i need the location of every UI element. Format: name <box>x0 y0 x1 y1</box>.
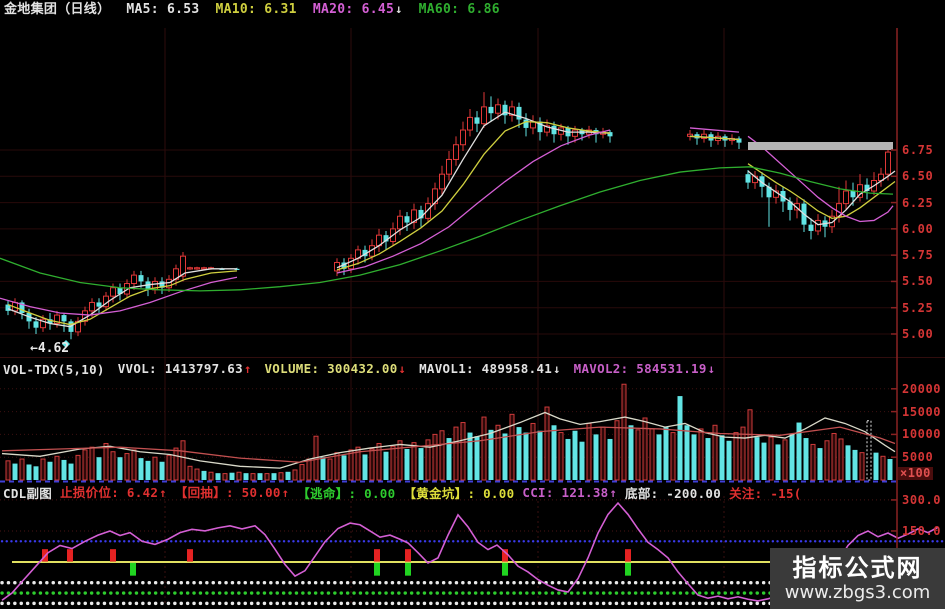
ma-legend-item-3: MA60: 6.86 <box>418 2 500 17</box>
cdl-legend-item-1: 止损价位: 6.42↑ <box>60 485 167 500</box>
watermark-badge: 指标公式网 www.zbgs3.com <box>770 548 945 609</box>
vol-legend-item-0: VOL-TDX(5,10) <box>3 361 105 377</box>
cdl-legend-item-3: 【逃命】: 0.00 <box>297 485 396 501</box>
ma-legend-item-0: MA5: 6.53 <box>126 2 200 17</box>
ma-legend-item-2: MA20: 6.45↓ <box>312 2 403 17</box>
cdl-legend-item-5: CCI: 121.38↑ <box>522 485 618 500</box>
indicator-chart-area[interactable] <box>0 500 897 604</box>
stock-title: 金地集团（日线） <box>4 2 111 17</box>
indicator-axis-label: 150.0 <box>902 523 942 538</box>
watermark-site-name: 指标公式网 <box>792 553 923 582</box>
main-chart-area[interactable] <box>0 28 897 356</box>
volume-axis-label: 5000 <box>902 450 934 465</box>
trend-arrow-icon: ↑ <box>609 486 618 500</box>
indicator-panel-legend: CDL副图 止损价位: 6.42↑ 【回抽】: 50.00↑ 【逃命】: 0.00 【黄… <box>3 485 802 501</box>
vol-legend-item-4: MAVOL2: 584531.19↓ <box>573 361 716 376</box>
trading-app-window: 金地集团（日线） MA5: 6.53 MA10: 6.31 MA20: 6.45↓ M… <box>0 0 945 609</box>
volume-axis-label: 20000 <box>902 381 942 396</box>
price-axis-label: 6.00 <box>902 221 934 236</box>
trend-arrow-icon: ↓ <box>398 362 407 376</box>
trend-arrow-icon: ↑ <box>281 486 290 500</box>
cdl-legend-item-2: 【回抽】: 50.00↑ <box>174 485 290 500</box>
indicator-axis-label: 300.0 <box>902 492 942 507</box>
ma-legend-item-1: MA10: 6.31 <box>215 2 297 17</box>
cdl-legend-item-7: 关注: -15( <box>729 485 802 501</box>
trend-arrow-icon: ↓ <box>707 362 716 376</box>
volume-panel-legend: VOL-TDX(5,10) VVOL: 1413797.63↑ VOLUME: 30… <box>3 361 715 377</box>
trend-arrow-icon: ↓ <box>395 2 403 16</box>
trend-arrow-icon: ↑ <box>243 362 252 376</box>
vol-legend-item-3: MAVOL1: 489958.41↓ <box>419 361 561 376</box>
price-axis-label: 6.50 <box>902 169 934 184</box>
price-axis-label: 5.75 <box>902 248 934 263</box>
cdl-legend-item-4: 【黄金坑】: 0.00 <box>403 485 515 501</box>
main-chart-legend: 金地集团（日线） MA5: 6.53 MA10: 6.31 MA20: 6.45↓ M… <box>4 2 500 17</box>
price-axis-label: 6.25 <box>902 195 934 210</box>
price-axis-label: 5.50 <box>902 274 934 289</box>
volume-axis-label: 15000 <box>902 404 942 419</box>
price-axis-label: 5.25 <box>902 300 934 315</box>
trend-arrow-icon: ↓ <box>553 362 561 376</box>
trend-arrow-icon: ↑ <box>159 486 167 500</box>
vol-legend-item-1: VVOL: 1413797.63↑ <box>117 361 252 376</box>
volume-axis-label: 10000 <box>902 427 942 442</box>
cdl-legend-item-0: CDL副图 <box>3 485 53 501</box>
watermark-site-url: www.zbgs3.com <box>784 581 931 603</box>
price-axis-label: 6.75 <box>902 143 934 157</box>
volume-chart-area[interactable] <box>0 380 897 481</box>
price-axis-label: 5.00 <box>902 326 934 341</box>
vol-legend-item-2: VOLUME: 300432.00↓ <box>264 361 407 376</box>
cdl-legend-item-6: 底部: -200.00 <box>625 485 722 501</box>
volume-unit-label: ×100 <box>898 466 933 480</box>
